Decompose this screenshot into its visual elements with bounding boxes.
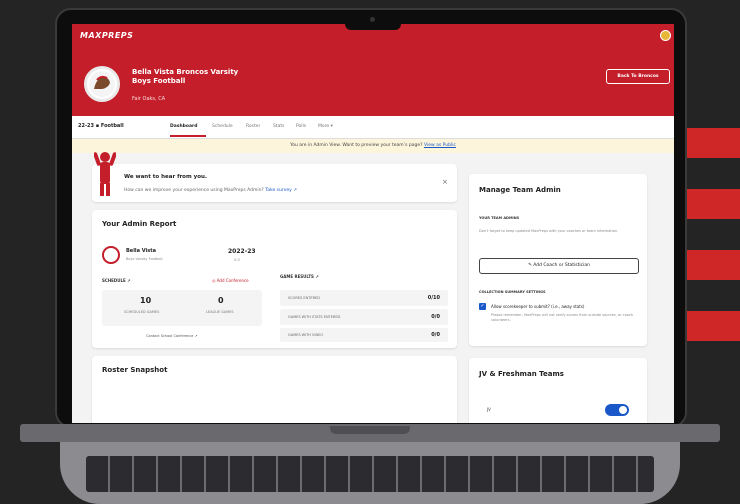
scorekeeper-note: Please remember, MaxPreps will not verif… [491, 313, 634, 322]
roster-title: Roster Snapshot [102, 366, 168, 374]
back-to-team-button[interactable]: Back To Broncos [606, 69, 670, 84]
bronco-icon [89, 71, 115, 97]
view-public-link[interactable]: View as Public [424, 143, 456, 148]
tab-schedule[interactable]: Schedule [212, 124, 233, 129]
decor-stripe [684, 250, 740, 280]
scheduled-games-count: 10 [140, 296, 152, 305]
league-games-count: 0 [218, 296, 224, 305]
add-coach-button[interactable]: ✎ Add Coach or Statistician [479, 258, 639, 274]
game-results-link[interactable]: GAME RESULTS ↗ [280, 274, 319, 279]
jv-title: JV & Freshman Teams [479, 370, 564, 378]
report-team-name: Bella Vista [126, 248, 156, 254]
league-games-label: LEAGUE GAMES [206, 310, 234, 314]
add-conference-link[interactable]: ◎ Add Conference [212, 278, 249, 283]
keyboard-deck [60, 442, 680, 504]
laptop-screen: MAXPREPS Bella Vista Broncos Varsity Boy… [72, 24, 674, 423]
scorekeeper-label: Allow scorekeeper to submit? (i.e., away… [491, 304, 585, 309]
feedback-card: We want to hear from you. How can we imp… [92, 152, 457, 202]
team-logo-small [102, 246, 120, 264]
result-value: 0/0 [431, 332, 440, 338]
schedule-stats: 10 SCHEDULED GAMES 0 LEAGUE GAMES [102, 290, 262, 326]
result-label: GAMES WITH STATS ENTERED [288, 315, 341, 319]
toggle-knob [619, 406, 627, 414]
result-row: GAMES WITH STATS ENTERED 0/0 [280, 309, 448, 325]
roster-snapshot-card: Roster Snapshot [92, 356, 457, 423]
decor-stripe [684, 189, 740, 219]
contact-conference-link[interactable]: Contact School Conference ↗ [146, 334, 198, 338]
camera-notch [345, 10, 401, 30]
report-season: 2022-23 [228, 248, 256, 255]
tab-polls[interactable]: Polls [296, 124, 306, 129]
team-header: MAXPREPS Bella Vista Broncos Varsity Boy… [72, 24, 674, 116]
jv-freshman-card: JV & Freshman Teams JV [469, 358, 647, 423]
banner-text: You are in Admin View. Want to preview y… [290, 143, 423, 148]
active-tab-indicator [170, 135, 206, 137]
feedback-subtitle: How can we improve your experience using… [124, 188, 297, 193]
feedback-title: We want to hear from you. [124, 174, 207, 180]
report-title: Your Admin Report [102, 220, 177, 228]
manage-team-admin-card: Manage Team Admin YOUR TEAM ADMINS Don’t… [469, 174, 647, 346]
laptop-hinge [330, 426, 410, 434]
tab-roster[interactable]: Roster [246, 124, 260, 129]
season-selector[interactable]: 22-23 ▪ Football [78, 123, 124, 129]
result-row: SCORES ENTERED 0/10 [280, 290, 448, 306]
result-label: GAMES WITH VIDEO [288, 333, 324, 337]
tab-more[interactable]: More ▾ [318, 124, 333, 129]
result-value: 0/10 [427, 295, 440, 301]
report-record: 0-0 [234, 258, 240, 262]
feedback-question: How can we improve your experience using… [124, 188, 264, 193]
team-name: Bella Vista Broncos Varsity Boys Footbal… [132, 68, 239, 85]
take-survey-link[interactable]: Take survey ↗ [265, 188, 297, 193]
laptop-lid: MAXPREPS Bella Vista Broncos Varsity Boy… [55, 8, 687, 428]
mascot-icon [94, 152, 116, 196]
manage-title: Manage Team Admin [479, 186, 561, 194]
schedule-link[interactable]: SCHEDULE ↗ [102, 278, 131, 283]
scheduled-games-label: SCHEDULED GAMES [124, 310, 160, 314]
decor-stripe [684, 311, 740, 341]
close-icon[interactable]: × [442, 178, 448, 186]
team-logo [84, 66, 120, 102]
laptop-base [20, 424, 720, 504]
tab-stats[interactable]: Stats [273, 124, 285, 129]
admin-report-card: Your Admin Report Bella Vista Boys Varsi… [92, 210, 457, 348]
result-value: 0/0 [431, 314, 440, 320]
report-team-sub: Boys Varsity Football [126, 257, 163, 261]
manage-description: Don’t forget to keep updated MaxPreps wi… [479, 229, 619, 233]
account-avatar[interactable] [660, 30, 671, 41]
result-label: SCORES ENTERED [288, 296, 320, 300]
admin-view-banner: You are in Admin View. Want to preview y… [72, 139, 674, 153]
team-location: Fair Oaks, CA [132, 96, 166, 102]
tab-dashboard[interactable]: Dashboard [170, 124, 197, 129]
top-nav: 22-23 ▪ Football Dashboard Schedule Rost… [72, 116, 674, 139]
settings-label: COLLECTION SUMMARY SETTINGS [479, 290, 546, 294]
jv-toggle[interactable] [605, 404, 629, 416]
camera-icon [370, 17, 375, 22]
result-row: GAMES WITH VIDEO 0/0 [280, 328, 448, 342]
keyboard-keys [86, 456, 654, 492]
jv-label: JV [487, 407, 491, 412]
brand-logo[interactable]: MAXPREPS [80, 31, 133, 40]
scorekeeper-checkbox[interactable]: ✓ [479, 303, 486, 310]
team-admins-label: YOUR TEAM ADMINS [479, 216, 520, 220]
decor-stripe [684, 128, 740, 158]
